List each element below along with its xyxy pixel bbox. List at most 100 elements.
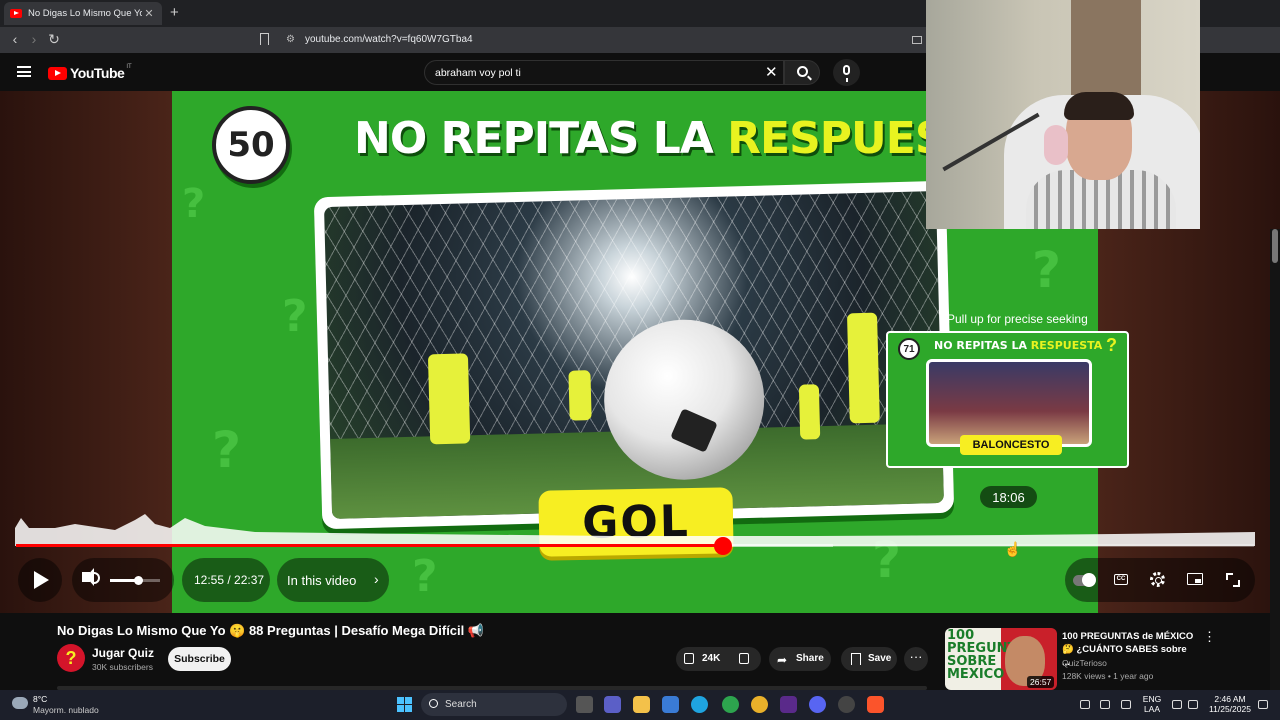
scrollbar[interactable] (1270, 229, 1280, 690)
question-mark-decor-icon: ? (212, 421, 242, 479)
recommended-channel[interactable]: QuizTerioso (1062, 658, 1107, 668)
cast-icon[interactable] (912, 36, 922, 44)
tray-mic-icon[interactable] (1121, 700, 1131, 709)
time-display: 12:55 / 22:37 (194, 573, 265, 587)
miniplayer-icon[interactable] (1187, 573, 1203, 585)
notifications-icon[interactable] (1258, 700, 1268, 709)
player-figure (568, 370, 592, 421)
store-icon[interactable] (662, 696, 679, 713)
search-query: abraham voy pol ti (435, 67, 521, 79)
obs-icon[interactable] (838, 696, 855, 713)
youtube-logo-text: YouTube (70, 65, 125, 81)
voice-search-button[interactable] (833, 59, 860, 86)
tab-close-icon[interactable]: ✕ (142, 7, 156, 20)
youtube-favicon-icon (10, 9, 22, 18)
bookmark-icon[interactable] (260, 33, 269, 45)
windows-taskbar: 8°C Mayorm. nublado Search ENG LAA 2:46 … (0, 690, 1280, 720)
fullscreen-icon[interactable] (1226, 573, 1240, 587)
taskbar-search-label: Search (445, 699, 477, 710)
weather-temperature[interactable]: 8°C (33, 694, 47, 704)
browser-tab-active[interactable]: No Digas Lo Mismo Que Yo 🤫 ✕ (4, 2, 162, 25)
preview-title: NO REPITAS LA RESPUESTA (934, 339, 1103, 352)
video-info-section: No Digas Lo Mismo Que Yo 🤫 88 Preguntas … (0, 613, 1280, 690)
question-number-badge: 50 (212, 106, 290, 184)
task-view-icon[interactable] (576, 696, 593, 713)
forward-icon[interactable]: › (25, 31, 43, 47)
progress-played (16, 544, 723, 547)
back-icon[interactable]: ‹ (6, 31, 24, 47)
weather-description[interactable]: Mayorm. nublado (33, 705, 99, 715)
like-count[interactable]: 24K (702, 653, 720, 664)
preview-answer-label: BALONCESTO (960, 435, 1062, 455)
clear-search-icon[interactable]: ✕ (765, 63, 778, 81)
chapter-label: In this video (287, 573, 357, 588)
autoplay-toggle[interactable] (1073, 573, 1096, 587)
question-mark-decor-icon: ? (1032, 241, 1062, 299)
progress-bar[interactable] (16, 537, 1254, 555)
xbox-icon[interactable] (722, 696, 739, 713)
preview-timestamp: 18:06 (980, 486, 1037, 508)
subscribe-button[interactable]: Subscribe (168, 647, 231, 671)
volume-icon[interactable] (82, 568, 94, 586)
clock[interactable]: 2:46 AM 11/25/2025 (1205, 694, 1255, 714)
share-icon: ➦ (777, 653, 788, 667)
webcam-overlay (926, 0, 1200, 229)
edge-icon[interactable] (691, 696, 708, 713)
save-label: Save (868, 653, 892, 664)
wifi-icon[interactable] (1172, 700, 1182, 709)
file-explorer-icon[interactable] (633, 696, 650, 713)
tray-sync-icon[interactable] (1100, 700, 1110, 709)
reload-icon[interactable]: ↻ (45, 31, 63, 48)
taskbar-search[interactable]: Search (421, 693, 567, 716)
weather-cloud-icon[interactable] (12, 697, 28, 709)
search-button[interactable] (784, 60, 820, 85)
url-field[interactable]: youtube.com/watch?v=fq60W7GTba4 (305, 34, 473, 45)
search-icon (797, 66, 808, 77)
question-image-frame (313, 180, 955, 530)
microphone-image (1044, 125, 1068, 165)
volume-slider[interactable] (110, 576, 160, 585)
audio-waveform (15, 514, 1255, 546)
subtitles-icon[interactable]: CC (1114, 574, 1128, 585)
progress-scrubber[interactable] (713, 537, 732, 555)
tray-onedrive-icon[interactable] (1080, 700, 1090, 709)
site-info-icon[interactable]: ⚙ (286, 34, 295, 45)
basketball-image (926, 359, 1092, 447)
new-tab-button[interactable]: + (170, 4, 179, 21)
question-mark-decor-icon: ? (282, 291, 308, 342)
windows-start-icon[interactable] (397, 697, 412, 712)
video-overlay-title: NO REPITAS LA RESPUESTA (354, 113, 1005, 164)
more-actions-button[interactable]: ··· (904, 647, 928, 671)
next-app-icon[interactable] (780, 696, 797, 713)
teams-icon[interactable] (604, 696, 621, 713)
chevron-right-icon: › (374, 571, 379, 587)
language-indicator[interactable]: ENG LAA (1140, 694, 1164, 714)
youtube-play-icon (48, 66, 67, 80)
discord-icon[interactable] (809, 696, 826, 713)
chrome-icon[interactable] (751, 696, 768, 713)
speaker-icon[interactable] (1188, 700, 1198, 709)
volume-knob[interactable] (133, 576, 143, 585)
search-input[interactable]: abraham voy pol ti ✕ (424, 60, 784, 85)
like-icon[interactable] (684, 653, 694, 664)
recommended-more-icon[interactable]: ⋮ (1203, 629, 1216, 645)
microphone-icon (843, 65, 850, 82)
hand-cursor-icon: ☝ (1004, 541, 1022, 557)
preview-number-badge: 71 (898, 338, 920, 360)
youtube-logo[interactable]: YouTube IT (48, 64, 132, 81)
play-button[interactable] (18, 558, 62, 602)
seek-hint-text: Pull up for precise seeking (947, 312, 1088, 326)
recommended-duration: 26:57 (1027, 676, 1055, 688)
dislike-icon[interactable] (739, 653, 749, 664)
channel-avatar[interactable]: ? (57, 644, 85, 672)
subscriber-count: 30K subscribers (92, 662, 153, 672)
player-figure (846, 312, 880, 424)
menu-icon[interactable] (17, 66, 31, 77)
video-overlay-title-white: NO REPITAS LA (354, 113, 728, 164)
brave-icon[interactable] (867, 696, 884, 713)
channel-name[interactable]: Jugar Quiz (92, 646, 154, 660)
settings-gear-icon[interactable] (1150, 572, 1165, 587)
scrollbar-thumb[interactable] (1272, 229, 1278, 263)
player-figure (427, 353, 471, 445)
search-icon (429, 699, 438, 708)
